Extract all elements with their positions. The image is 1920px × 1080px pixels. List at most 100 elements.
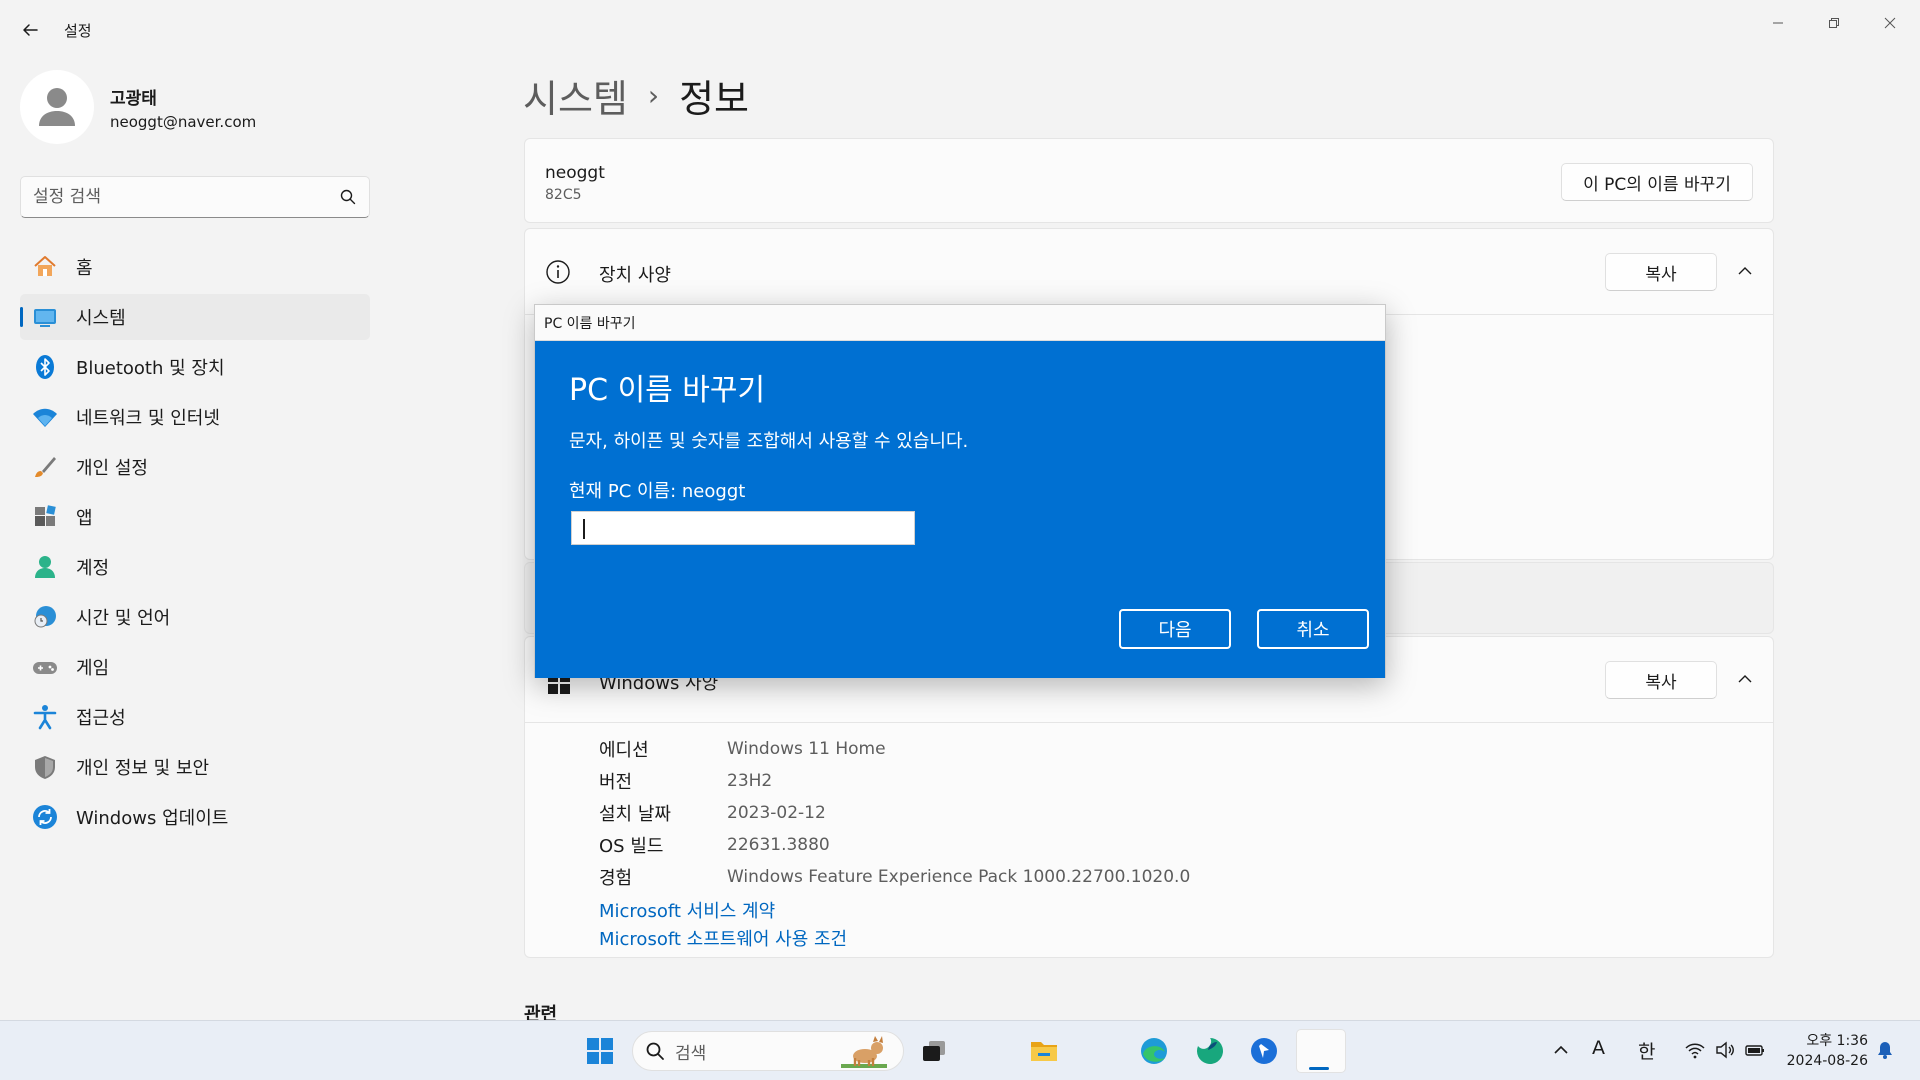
pc-name: neoggt: [545, 163, 605, 183]
app-button-pin[interactable]: [1242, 1029, 1286, 1073]
restore-button[interactable]: [1806, 6, 1862, 40]
bluetooth-icon: [32, 354, 58, 380]
spec-row: 버전 23H2: [599, 765, 1190, 797]
taskbar-search[interactable]: 검색: [632, 1031, 904, 1071]
spec-key: 경험: [599, 868, 633, 889]
user-profile[interactable]: 고광태 neoggt@naver.com: [20, 70, 256, 144]
app-title: 설정: [64, 22, 92, 40]
title-bar: 설정: [0, 0, 1920, 58]
apps-icon: [32, 504, 58, 530]
copy-windows-specs-button[interactable]: 복사: [1605, 661, 1717, 699]
sidebar-item-personalization[interactable]: 개인 설정: [20, 444, 370, 490]
license-terms-link[interactable]: Microsoft 소프트웨어 사용 조건: [599, 925, 847, 951]
clock-date: 2024-08-26: [1786, 1053, 1868, 1069]
sidebar-item-label: Bluetooth 및 장치: [76, 358, 225, 379]
breadcrumb: 시스템 › 정보: [523, 68, 749, 123]
dialog-body: PC 이름 바꾸기 문자, 하이픈 및 숫자를 조합해서 사용할 수 있습니다.…: [535, 341, 1385, 678]
sidebar-item-label: 시스템: [76, 308, 126, 329]
minimize-icon: [1773, 22, 1783, 24]
sidebar-item-label: 앱: [76, 508, 93, 529]
spec-row: 경험 Windows Feature Experience Pack 1000.…: [599, 861, 1190, 893]
task-view-button[interactable]: [912, 1029, 956, 1073]
spec-key: 버전: [599, 772, 633, 793]
taskbar: 검색 A 한 오후 1:36 2024-08-26: [0, 1020, 1920, 1080]
sidebar-item-apps[interactable]: 앱: [20, 494, 370, 540]
cancel-button[interactable]: 취소: [1257, 609, 1369, 649]
sidebar-item-label: 개인 정보 및 보안: [76, 758, 210, 779]
device-specs-title: 장치 사양: [599, 265, 671, 286]
settings-search-box[interactable]: [20, 176, 370, 218]
page-title: 정보: [679, 77, 750, 121]
spec-row: 에디션 Windows 11 Home: [599, 733, 1190, 765]
settings-search-input[interactable]: [33, 187, 339, 207]
sidebar-item-time-language[interactable]: 시간 및 언어: [20, 594, 370, 640]
wifi-icon: [32, 404, 58, 430]
sidebar-item-bluetooth[interactable]: Bluetooth 및 장치: [20, 344, 370, 390]
file-explorer-button[interactable]: [1022, 1029, 1066, 1073]
sidebar-item-network[interactable]: 네트워크 및 인터넷: [20, 394, 370, 440]
profile-email: neoggt@naver.com: [110, 112, 257, 131]
sidebar-item-label: 홈: [76, 258, 93, 279]
sidebar-item-windows-update[interactable]: Windows 업데이트: [20, 794, 370, 840]
sidebar-item-label: Windows 업데이트: [76, 808, 229, 829]
rename-pc-button[interactable]: 이 PC의 이름 바꾸기: [1561, 163, 1753, 201]
spec-key: 설치 날짜: [599, 804, 671, 825]
sidebar-nav: 홈 시스템 Bluetooth 및 장치 네트워크 및 인터넷 개인 설정 앱 …: [20, 244, 370, 844]
search-highlight-dog-icon: [841, 1036, 887, 1068]
sidebar-item-home[interactable]: 홈: [20, 244, 370, 290]
device-specs-header[interactable]: 장치 사양 복사: [525, 229, 1773, 315]
chevron-up-icon[interactable]: [1735, 261, 1755, 281]
brush-icon: [32, 454, 58, 480]
back-button[interactable]: [14, 14, 46, 46]
wifi-icon[interactable]: [1684, 1039, 1706, 1061]
windows-specs-card: Windows 사양 복사 에디션 Windows 11 Home 버전 23H…: [524, 636, 1774, 958]
chevron-up-icon[interactable]: [1735, 669, 1755, 689]
services-agreement-link[interactable]: Microsoft 서비스 계약: [599, 897, 847, 923]
system-icon: [32, 304, 58, 330]
chevron-up-icon[interactable]: [1550, 1039, 1572, 1061]
folder-icon: [1031, 1042, 1057, 1061]
new-pc-name-input[interactable]: [571, 511, 915, 545]
dialog-title-bar[interactable]: PC 이름 바꾸기: [535, 305, 1385, 341]
system-clock[interactable]: 오후 1:36 2024-08-26: [1786, 1031, 1868, 1071]
sidebar-item-label: 네트워크 및 인터넷: [76, 408, 220, 429]
spec-value: Windows 11 Home: [727, 739, 886, 759]
home-icon: [32, 254, 58, 280]
spec-row: OS 빌드 22631.3880: [599, 829, 1190, 861]
avatar: [20, 70, 94, 144]
task-view-icon: [923, 1041, 945, 1061]
close-button[interactable]: [1862, 6, 1918, 40]
dialog-description: 문자, 하이픈 및 숫자를 조합해서 사용할 수 있습니다.: [569, 431, 969, 452]
spec-row: 설치 날짜 2023-02-12: [599, 797, 1190, 829]
copy-device-specs-button[interactable]: 복사: [1605, 253, 1717, 291]
breadcrumb-parent[interactable]: 시스템: [523, 68, 628, 123]
shield-icon: [32, 754, 58, 780]
edge-button[interactable]: [1132, 1029, 1176, 1073]
update-icon: [32, 804, 58, 830]
sidebar-item-accounts[interactable]: 계정: [20, 544, 370, 590]
minimize-button[interactable]: [1750, 6, 1806, 40]
sidebar-item-accessibility[interactable]: 접근성: [20, 694, 370, 740]
info-icon: [546, 260, 570, 284]
license-links: Microsoft 서비스 계약 Microsoft 소프트웨어 사용 조건: [599, 895, 847, 951]
battery-icon[interactable]: [1744, 1039, 1766, 1061]
notification-bell-icon[interactable]: [1874, 1039, 1896, 1061]
next-button[interactable]: 다음: [1119, 609, 1231, 649]
current-pc-name: 현재 PC 이름: neoggt: [569, 481, 746, 502]
sidebar-item-system[interactable]: 시스템: [20, 294, 370, 340]
sidebar-item-privacy[interactable]: 개인 정보 및 보안: [20, 744, 370, 790]
profile-name: 고광태: [110, 88, 157, 109]
volume-icon[interactable]: [1714, 1039, 1736, 1061]
start-button[interactable]: [578, 1029, 622, 1073]
clock-time: 오후 1:36: [1806, 1033, 1868, 1049]
spec-value: 23H2: [727, 771, 773, 791]
dialog-heading: PC 이름 바꾸기: [569, 373, 766, 408]
ime-indicator[interactable]: 한: [1638, 1037, 1655, 1064]
input-mode-indicator[interactable]: A: [1592, 1037, 1605, 1059]
sidebar-item-gaming[interactable]: 게임: [20, 644, 370, 690]
text-cursor: [583, 519, 585, 539]
taskbar-search-label: 검색: [675, 1043, 707, 1064]
app-button-swift[interactable]: [1188, 1029, 1232, 1073]
settings-app-button[interactable]: [1296, 1029, 1346, 1073]
restore-icon: [1829, 18, 1839, 28]
